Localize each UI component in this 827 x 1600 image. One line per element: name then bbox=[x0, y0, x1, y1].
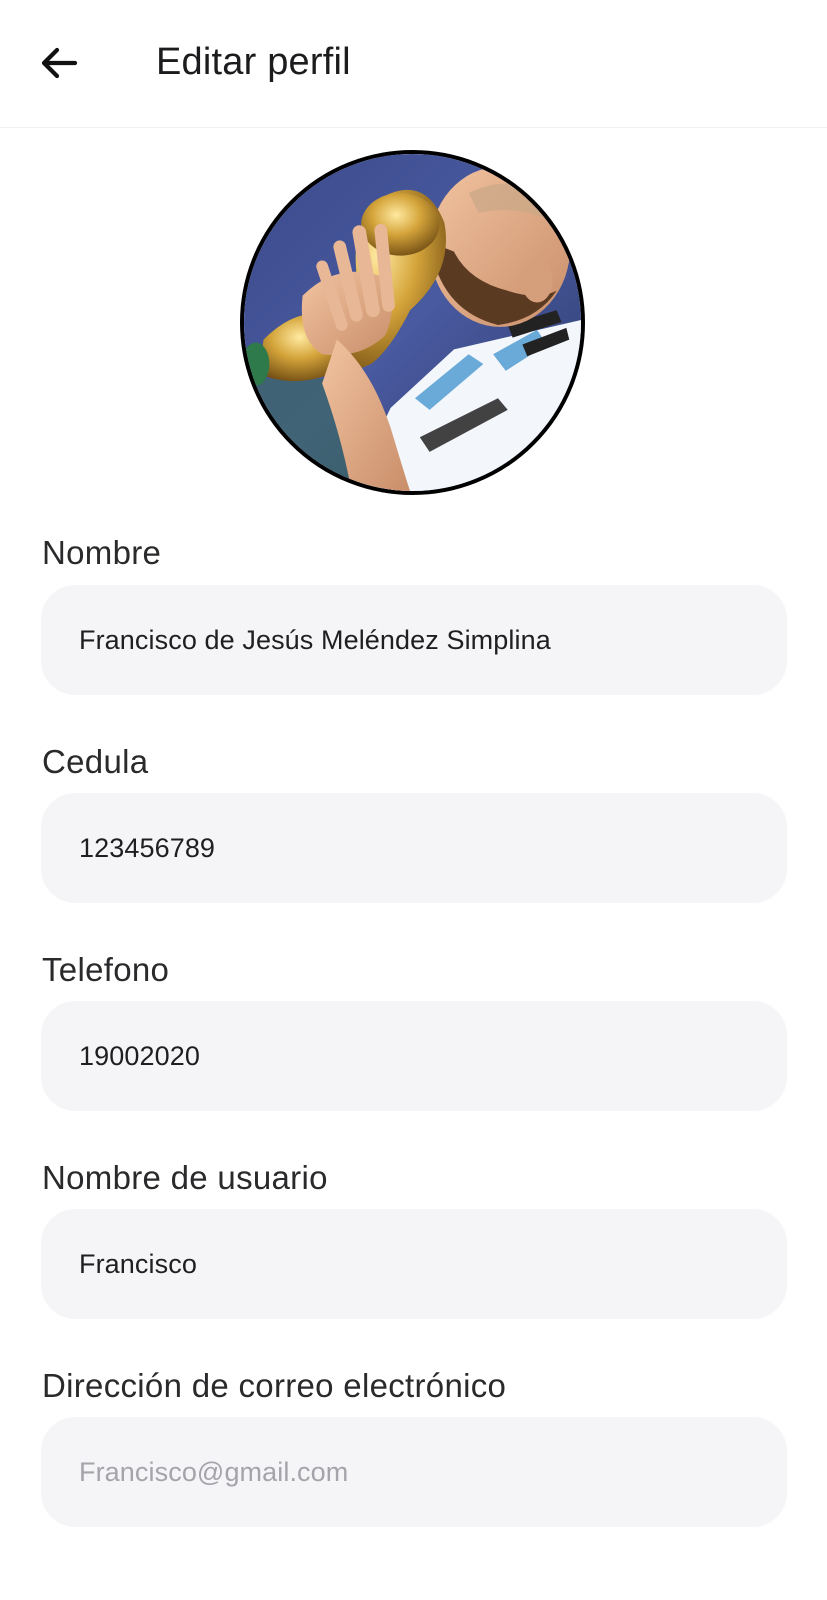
page-title: Editar perfil bbox=[156, 41, 351, 83]
name-input-value: Francisco de Jesús Meléndez Simplina bbox=[79, 624, 551, 655]
field-label-phone: Telefono bbox=[42, 951, 170, 988]
arrow-left-icon bbox=[41, 47, 78, 79]
top-app-bar: Editar perfil bbox=[0, 0, 827, 128]
back-button[interactable] bbox=[30, 34, 88, 92]
field-label-username: Nombre de usuario bbox=[42, 1159, 328, 1196]
username-input[interactable]: Francisco bbox=[41, 1209, 787, 1319]
field-label-cedula: Cedula bbox=[42, 743, 149, 780]
field-label-email: Dirección de correo electrónico bbox=[42, 1367, 507, 1404]
email-input-placeholder: Francisco@gmail.com bbox=[79, 1456, 349, 1487]
username-input-value: Francisco bbox=[79, 1248, 197, 1279]
phone-input-value: 19002020 bbox=[79, 1040, 200, 1071]
cedula-input[interactable]: 123456789 bbox=[41, 793, 787, 903]
phone-input[interactable]: 19002020 bbox=[41, 1001, 787, 1111]
field-label-name: Nombre bbox=[42, 534, 162, 571]
cedula-input-value: 123456789 bbox=[79, 832, 216, 863]
edit-profile-screen: Editar perfil Nombre Francisco de Jesús … bbox=[0, 0, 827, 1600]
profile-avatar[interactable] bbox=[240, 150, 585, 495]
name-input[interactable]: Francisco de Jesús Meléndez Simplina bbox=[41, 585, 787, 695]
profile-photo bbox=[244, 154, 581, 491]
email-input[interactable]: Francisco@gmail.com bbox=[41, 1417, 787, 1527]
